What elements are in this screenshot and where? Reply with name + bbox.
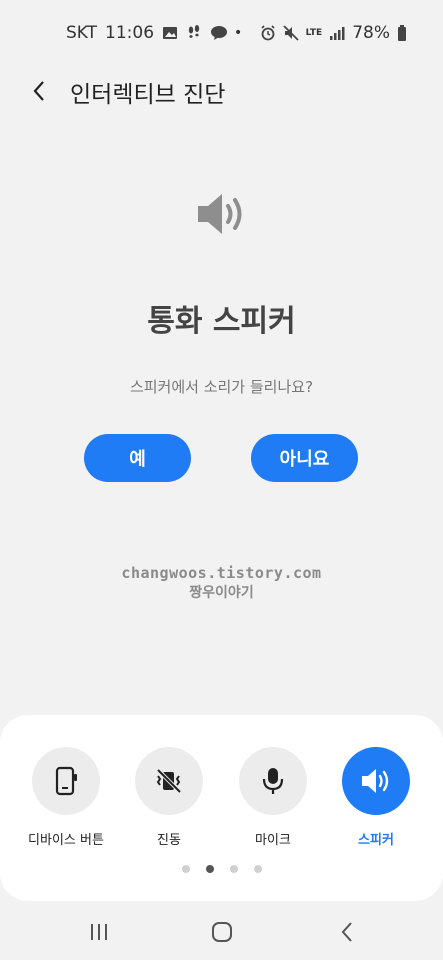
network-type: LTE bbox=[305, 28, 323, 38]
test-item-microphone[interactable]: 마이크 bbox=[223, 747, 323, 848]
watermark-url: changwoos.tistory.com bbox=[121, 564, 322, 582]
test-selector-card: 디바이스 버튼 진동 마이크 스피커 bbox=[0, 715, 443, 901]
test-item-circle[interactable] bbox=[135, 747, 203, 815]
back-nav-icon bbox=[341, 922, 352, 942]
page-dot[interactable] bbox=[181, 865, 190, 873]
test-item-device-button[interactable]: 디바이스 버튼 bbox=[16, 747, 116, 848]
back-button[interactable] bbox=[24, 76, 54, 106]
navigation-bar bbox=[0, 905, 443, 960]
mute-icon bbox=[283, 25, 299, 41]
watermark-name: 짱우이야기 bbox=[189, 585, 254, 601]
footsteps-icon bbox=[186, 25, 202, 41]
test-items: 디바이스 버튼 진동 마이크 스피커 bbox=[0, 747, 443, 857]
vibration-off-icon bbox=[156, 768, 182, 794]
status-bar: SKT 11:06 • LTE 78% bbox=[0, 0, 443, 66]
test-item-circle[interactable] bbox=[342, 747, 410, 815]
speaker-icon bbox=[194, 190, 250, 238]
microphone-icon bbox=[262, 768, 284, 794]
yes-button[interactable]: 예 bbox=[84, 434, 191, 482]
clock: 11:06 bbox=[105, 23, 155, 43]
alarm-icon bbox=[260, 25, 276, 41]
test-item-circle[interactable] bbox=[32, 747, 100, 815]
page-title: 인터렉티브 진단 bbox=[70, 82, 226, 108]
battery-icon bbox=[397, 25, 413, 41]
back-arrow-icon bbox=[33, 81, 44, 101]
page-dot[interactable] bbox=[229, 865, 238, 873]
test-item-label: 진동 bbox=[157, 833, 181, 848]
back-nav-button[interactable] bbox=[327, 917, 367, 947]
status-left: SKT 11:06 • bbox=[66, 23, 242, 43]
home-button[interactable] bbox=[202, 917, 242, 947]
test-question: 스피커에서 소리가 들리나요? bbox=[129, 378, 314, 396]
recent-apps-button[interactable] bbox=[79, 917, 119, 947]
test-item-label: 디바이스 버튼 bbox=[28, 833, 104, 848]
signal-icon bbox=[329, 25, 345, 41]
test-item-speaker[interactable]: 스피커 bbox=[326, 747, 426, 848]
recent-apps-icon bbox=[91, 924, 107, 940]
no-button[interactable]: 아니요 bbox=[251, 434, 358, 482]
test-item-label: 마이크 bbox=[255, 833, 291, 848]
speaker-icon bbox=[362, 769, 389, 793]
battery-percent: 78% bbox=[352, 23, 390, 43]
test-title: 통화 스피커 bbox=[147, 304, 296, 339]
page-indicator bbox=[0, 865, 443, 873]
more-notifications-dot: • bbox=[234, 25, 243, 41]
test-item-vibration[interactable]: 진동 bbox=[119, 747, 219, 848]
app-header: 인터렉티브 진단 bbox=[0, 66, 443, 116]
watermark: changwoos.tistory.com 짱우이야기 bbox=[0, 564, 443, 602]
home-icon bbox=[212, 922, 232, 942]
status-right: LTE 78% bbox=[260, 23, 413, 43]
page-dot[interactable] bbox=[253, 865, 262, 873]
carrier: SKT bbox=[66, 23, 98, 43]
gallery-icon bbox=[162, 25, 178, 41]
test-item-circle[interactable] bbox=[239, 747, 307, 815]
device-button-icon bbox=[55, 766, 77, 796]
test-item-label: 스피커 bbox=[358, 833, 394, 848]
page-dot-active[interactable] bbox=[205, 865, 214, 873]
talk-icon bbox=[210, 25, 228, 41]
